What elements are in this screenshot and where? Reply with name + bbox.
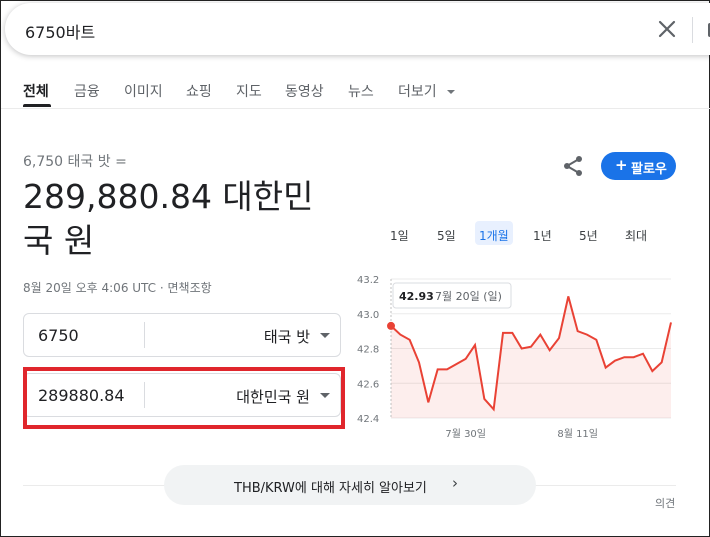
chart-tooltip-value: 42.93 <box>399 290 434 303</box>
tab-shopping[interactable]: 쇼핑 <box>186 81 212 101</box>
chevron-down-icon <box>447 90 456 94</box>
range-5y[interactable]: 5년 <box>579 227 598 244</box>
from-amount-input[interactable]: 6750 <box>38 326 79 345</box>
tab-more-label: 더보기 <box>398 84 437 100</box>
highlight-annotation <box>23 367 345 429</box>
share-icon[interactable] <box>561 154 585 178</box>
range-1m[interactable]: 1개월 <box>479 227 509 244</box>
chart-y-tick-label: 42.4 <box>357 414 379 425</box>
chart-x-tick-label: 8월 11일 <box>557 428 598 440</box>
field-separator <box>144 322 145 348</box>
chart-x-tick-label: 7월 30일 <box>445 428 486 440</box>
chart-data-point <box>387 321 395 330</box>
chart-y-tick-label: 43.2 <box>357 275 379 286</box>
search-bar[interactable]: 6750바트 <box>5 3 710 55</box>
follow-button[interactable]: + 팔로우 <box>601 152 676 180</box>
chevron-right-icon: › <box>452 474 458 492</box>
conversion-source-label: 6,750 태국 밧 = <box>23 154 127 170</box>
plus-icon: + <box>615 156 628 174</box>
learn-more-button[interactable]: THB/KRW에 대해 자세히 알아보기 › <box>164 465 536 505</box>
tab-videos[interactable]: 동영상 <box>285 81 324 101</box>
range-1y[interactable]: 1년 <box>533 227 552 244</box>
tab-all[interactable]: 전체 <box>23 81 49 101</box>
range-5d[interactable]: 5일 <box>437 227 456 244</box>
learn-more-label: THB/KRW에 대해 자세히 알아보기 <box>234 481 427 496</box>
tab-maps[interactable]: 지도 <box>236 81 262 101</box>
range-max[interactable]: 최대 <box>625 227 647 244</box>
from-currency-select[interactable]: 태국 밧 <box>264 326 310 347</box>
tab-news[interactable]: 뉴스 <box>348 81 374 101</box>
follow-label: 팔로우 <box>631 162 667 177</box>
chart-tooltip-date: 7월 20일 (일) <box>435 289 502 303</box>
search-input[interactable]: 6750바트 <box>25 19 95 43</box>
tab-finance[interactable]: 금융 <box>74 81 100 101</box>
feedback-link[interactable]: 의견 <box>655 495 675 511</box>
conversion-timestamp: 8월 20일 오후 4:06 UTC · 면책조항 <box>23 281 212 295</box>
range-1d[interactable]: 1일 <box>390 227 409 244</box>
tab-images[interactable]: 이미지 <box>124 81 163 101</box>
conversion-result: 289,880.84 대한민국 원 <box>23 177 314 260</box>
search-tabs: 전체 금융 이미지 쇼핑 지도 동영상 뉴스 더보기 <box>1 69 710 109</box>
from-currency-field: 6750 태국 밧 <box>23 313 341 357</box>
chart-y-tick-label: 43.0 <box>357 310 379 321</box>
chart-y-tick-label: 42.6 <box>357 379 379 390</box>
tab-more[interactable]: 더보기 <box>398 81 456 101</box>
active-tab-indicator <box>23 104 51 107</box>
chart-y-tick-label: 42.8 <box>357 345 379 356</box>
chevron-down-icon[interactable] <box>320 333 330 338</box>
close-icon[interactable] <box>655 17 679 41</box>
exchange-rate-chart[interactable]: 43.2 43.0 42.8 42.6 42.4 7월 30일 8월 11일 42.93 7월 … <box>351 269 681 441</box>
search-divider <box>692 17 693 43</box>
